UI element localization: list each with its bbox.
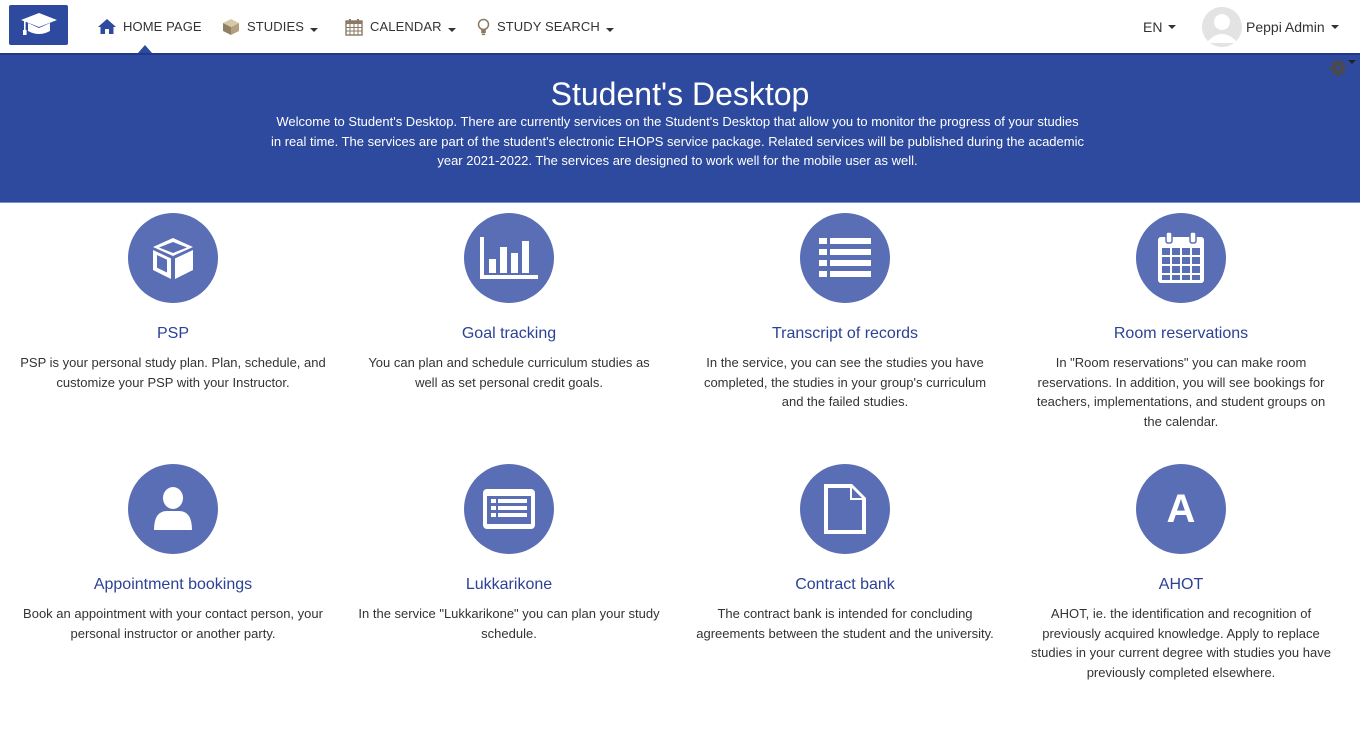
chevron-down-icon <box>605 27 614 32</box>
user-name: Peppi Admin <box>1246 18 1325 35</box>
service-description: Book an appointment with your contact pe… <box>23 606 323 641</box>
active-nav-indicator <box>138 45 152 53</box>
chevron-down-icon <box>1348 60 1356 64</box>
settings-menu[interactable] <box>1329 59 1356 77</box>
welcome-banner: Student's Desktop Welcome to Student's D… <box>0 53 1360 203</box>
nav-study-search[interactable]: STUDY SEARCH <box>477 0 614 53</box>
nav-calendar-label: CALENDAR <box>370 19 442 34</box>
service-icon-button[interactable] <box>464 213 554 303</box>
service-title[interactable]: Transcript of records <box>677 324 1013 344</box>
nav-studies-label: STUDIES <box>247 19 305 34</box>
nav-home-label: HOME PAGE <box>123 19 202 34</box>
nav-studies[interactable]: STUDIES <box>222 0 319 53</box>
service-description: PSP is your personal study plan. Plan, s… <box>20 355 326 390</box>
list-alt-icon <box>483 489 535 529</box>
service-card-psp: PSP PSP is your personal study plan. Pla… <box>5 213 341 392</box>
service-description: AHOT, ie. the identification and recogni… <box>1031 606 1331 680</box>
service-card-room-reservations: Room reservations In "Room reservations"… <box>1013 213 1349 431</box>
top-navbar: HOME PAGE STUDIES CALENDAR STUDY SEARCH … <box>0 0 1360 53</box>
service-title[interactable]: Contract bank <box>677 575 1013 595</box>
nav-calendar[interactable]: CALENDAR <box>345 0 456 53</box>
cube-icon <box>153 238 193 279</box>
calendar-icon <box>1158 231 1204 283</box>
service-icon-button[interactable] <box>800 464 890 554</box>
user-menu[interactable]: Peppi Admin <box>1202 0 1339 53</box>
user-avatar-icon <box>1202 6 1242 47</box>
chevron-down-icon <box>310 27 319 32</box>
service-card-transcript: Transcript of records In the service, yo… <box>677 213 1013 412</box>
service-card-goal-tracking: Goal tracking You can plan and schedule … <box>341 213 677 392</box>
welcome-text: Welcome to Student's Desktop. There are … <box>271 114 1084 168</box>
service-title[interactable]: Goal tracking <box>341 324 677 344</box>
service-icon-button[interactable] <box>464 464 554 554</box>
service-icon-button[interactable] <box>1136 213 1226 303</box>
chevron-down-icon <box>1330 24 1339 29</box>
service-description: The contract bank is intended for conclu… <box>696 606 994 641</box>
service-title[interactable]: PSP <box>5 324 341 344</box>
user-icon <box>154 487 192 530</box>
service-description: In "Room reservations" you can make room… <box>1036 355 1326 429</box>
service-description: You can plan and schedule curriculum stu… <box>368 355 650 390</box>
chevron-down-icon <box>447 27 456 32</box>
service-card-contract-bank: Contract bank The contract bank is inten… <box>677 464 1013 643</box>
service-description: In the service, you can see the studies … <box>703 355 987 409</box>
nav-study-search-label: STUDY SEARCH <box>497 19 600 34</box>
language-label: EN <box>1143 18 1163 35</box>
cube-icon <box>222 18 240 36</box>
lightbulb-icon <box>477 18 490 36</box>
home-icon <box>98 19 116 34</box>
service-card-appointment-bookings: Appointment bookings Book an appointment… <box>5 464 341 643</box>
chevron-down-icon <box>1168 24 1177 29</box>
service-icon-button[interactable] <box>128 464 218 554</box>
graduation-cap-icon <box>20 13 57 35</box>
file-icon <box>824 484 866 534</box>
bar-chart-icon <box>480 237 538 279</box>
service-title[interactable]: AHOT <box>1013 575 1349 595</box>
graduation-cap-logo[interactable] <box>9 5 68 45</box>
service-title[interactable]: Lukkarikone <box>341 575 677 595</box>
service-icon-button[interactable] <box>800 213 890 303</box>
language-selector[interactable]: EN <box>1143 0 1177 53</box>
page-title: Student's Desktop <box>550 76 810 112</box>
calendar-icon <box>345 18 363 36</box>
list-icon <box>819 238 871 277</box>
service-title[interactable]: Appointment bookings <box>5 575 341 595</box>
service-icon-button[interactable]: A <box>1136 464 1226 554</box>
service-icon-button[interactable] <box>128 213 218 303</box>
service-card-ahot: A AHOT AHOT, ie. the identification and … <box>1013 464 1349 682</box>
service-title[interactable]: Room reservations <box>1013 324 1349 344</box>
gear-icon <box>1329 59 1347 77</box>
service-card-lukkarikone: Lukkarikone In the service "Lukkarikone"… <box>341 464 677 643</box>
letter-a-icon: A <box>1166 486 1196 531</box>
avatar <box>1202 6 1242 47</box>
service-description: In the service "Lukkarikone" you can pla… <box>358 606 660 641</box>
